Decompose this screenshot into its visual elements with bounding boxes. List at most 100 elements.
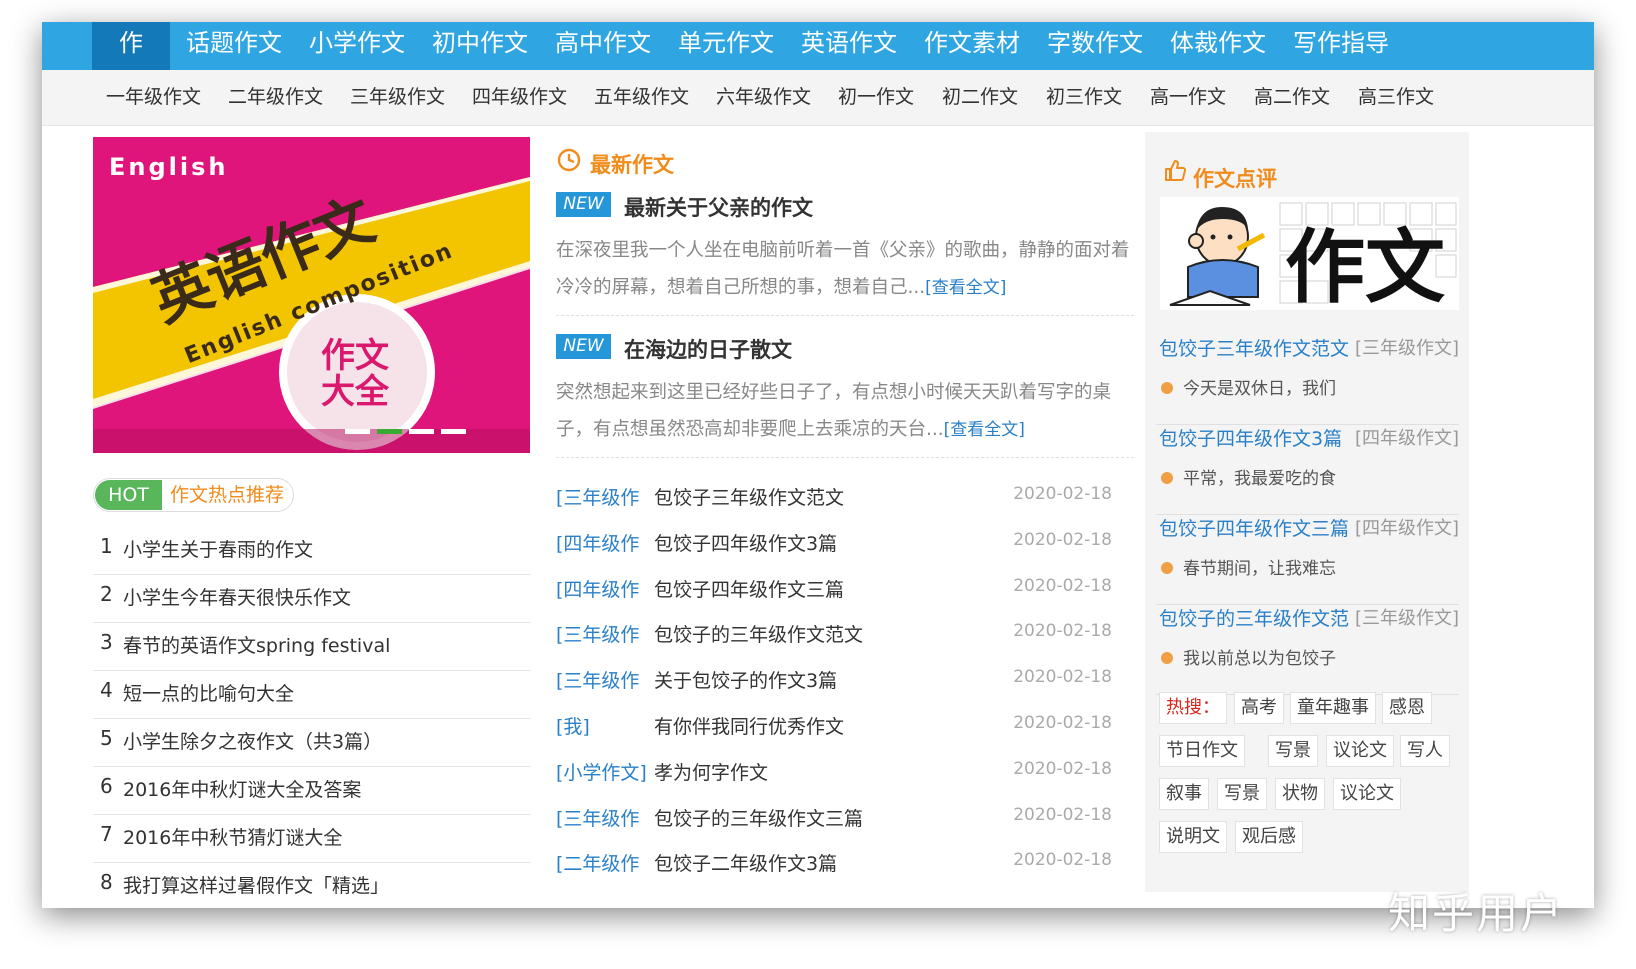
search-tag[interactable]: 叙事 xyxy=(1159,778,1209,810)
list-item-category[interactable]: [四年级作 xyxy=(556,575,639,602)
read-more-link[interactable]: [查看全文] xyxy=(944,420,1025,440)
search-tag[interactable]: 高考 xyxy=(1234,692,1284,724)
review-item[interactable]: 包饺子三年级作文范文 [三年级作文] 今天是双休日，我们 xyxy=(1156,334,1459,425)
hot-list-item[interactable]: 6 2016年中秋灯谜大全及答案 xyxy=(93,767,530,815)
list-item-category[interactable]: [我] xyxy=(556,712,590,739)
list-item-category[interactable]: [三年级作 xyxy=(556,483,639,510)
top-nav-item[interactable]: 写作指导 xyxy=(1277,22,1405,70)
list-item-category[interactable]: [三年级作 xyxy=(556,620,639,647)
grade-nav-item[interactable]: 三年级作文 xyxy=(350,70,445,125)
carousel-dot[interactable] xyxy=(345,429,370,434)
list-item[interactable]: [四年级作 包饺子四年级作文三篇 2020-02-18 xyxy=(556,575,1112,621)
list-item-category[interactable]: [四年级作 xyxy=(556,529,639,556)
list-item-title[interactable]: 有你伴我同行优秀作文 xyxy=(654,712,844,739)
grade-nav-item[interactable]: 高三作文 xyxy=(1358,70,1434,125)
review-item[interactable]: 包饺子四年级作文三篇 [四年级作文] 春节期间，让我难忘 xyxy=(1156,514,1459,605)
hot-list-item[interactable]: 3 春节的英语作文spring festival xyxy=(93,623,530,671)
hot-list-item[interactable]: 8 我打算这样过暑假作文「精选」 xyxy=(93,863,530,908)
review-item-category[interactable]: [四年级作文] xyxy=(1355,514,1459,540)
hot-list-item[interactable]: 1 小学生关于春雨的作文 xyxy=(93,527,530,575)
list-item-title[interactable]: 包饺子四年级作文三篇 xyxy=(654,575,844,602)
list-item[interactable]: [三年级作 包饺子的三年级作文三篇 2020-02-18 xyxy=(556,804,1112,850)
list-item-category[interactable]: [三年级作 xyxy=(556,804,639,831)
list-item-category[interactable]: [小学作文] xyxy=(556,758,647,785)
grade-nav-item[interactable]: 四年级作文 xyxy=(472,70,567,125)
list-item[interactable]: [二年级作 包饺子二年级作文3篇 2020-02-18 xyxy=(556,849,1112,895)
hot-item-title[interactable]: 小学生今年春天很快乐作文 xyxy=(123,583,351,610)
carousel-dot[interactable] xyxy=(441,429,466,434)
review-item-category[interactable]: [四年级作文] xyxy=(1355,424,1459,450)
list-item-title[interactable]: 包饺子的三年级作文三篇 xyxy=(654,804,863,831)
list-item-title[interactable]: 包饺子三年级作文范文 xyxy=(654,483,844,510)
review-item[interactable]: 包饺子的三年级作文范 [三年级作文] 我以前总以为包饺子 xyxy=(1156,604,1459,695)
review-item-title[interactable]: 包饺子的三年级作文范 xyxy=(1159,604,1349,631)
top-nav-item[interactable]: 字数作文 xyxy=(1031,22,1159,70)
carousel-dot[interactable] xyxy=(409,429,434,434)
review-item-category[interactable]: [三年级作文] xyxy=(1355,604,1459,630)
hot-item-title[interactable]: 我打算这样过暑假作文「精选」 xyxy=(123,871,389,898)
review-item[interactable]: 包饺子四年级作文3篇 [四年级作文] 平常，我最爱吃的食 xyxy=(1156,424,1459,515)
review-item-title[interactable]: 包饺子三年级作文范文 xyxy=(1159,334,1349,361)
top-nav-item[interactable]: 初中作文 xyxy=(416,22,544,70)
grade-nav-item[interactable]: 六年级作文 xyxy=(716,70,811,125)
review-item-title[interactable]: 包饺子四年级作文3篇 xyxy=(1159,424,1342,451)
search-tag[interactable]: 写景 xyxy=(1268,735,1318,767)
search-tag[interactable]: 感恩 xyxy=(1382,692,1432,724)
search-tag[interactable]: 议论文 xyxy=(1333,778,1401,810)
article-title[interactable]: 最新关于父亲的作文 xyxy=(624,192,813,222)
list-item-title[interactable]: 包饺子的三年级作文范文 xyxy=(654,620,863,647)
grade-nav-item[interactable]: 一年级作文 xyxy=(106,70,201,125)
search-tag[interactable]: 状物 xyxy=(1275,778,1325,810)
hot-item-title[interactable]: 2016年中秋灯谜大全及答案 xyxy=(123,775,361,802)
top-nav-item[interactable]: 英语作文 xyxy=(785,22,913,70)
list-item-category[interactable]: [三年级作 xyxy=(556,666,639,693)
hot-list-item[interactable]: 7 2016年中秋节猜灯谜大全 xyxy=(93,815,530,863)
search-tag[interactable]: 童年趣事 xyxy=(1290,692,1376,724)
grade-nav-item[interactable]: 二年级作文 xyxy=(228,70,323,125)
hot-item-title[interactable]: 短一点的比喻句大全 xyxy=(123,679,294,706)
list-item-title[interactable]: 包饺子二年级作文3篇 xyxy=(654,849,837,876)
hot-list-item[interactable]: 5 小学生除夕之夜作文（共3篇） xyxy=(93,719,530,767)
search-tag[interactable]: 写人 xyxy=(1400,735,1450,767)
banner-carousel[interactable]: 作文 大全 English 英语作文 English composition xyxy=(93,137,530,453)
list-item-title[interactable]: 关于包饺子的作文3篇 xyxy=(654,666,837,693)
list-item-category[interactable]: [二年级作 xyxy=(556,849,639,876)
hot-item-title[interactable]: 2016年中秋节猜灯谜大全 xyxy=(123,823,342,850)
search-tag[interactable]: 观后感 xyxy=(1235,821,1303,853)
list-item[interactable]: [三年级作 关于包饺子的作文3篇 2020-02-18 xyxy=(556,666,1112,712)
review-item-category[interactable]: [三年级作文] xyxy=(1355,334,1459,360)
list-item[interactable]: [三年级作 包饺子的三年级作文范文 2020-02-18 xyxy=(556,620,1112,666)
grade-nav-item[interactable]: 高二作文 xyxy=(1254,70,1330,125)
search-tag[interactable]: 节日作文 xyxy=(1159,735,1245,767)
hot-item-title[interactable]: 小学生除夕之夜作文（共3篇） xyxy=(123,727,382,754)
top-nav-item[interactable]: 话题作文 xyxy=(170,22,298,70)
top-nav-item[interactable]: 单元作文 xyxy=(662,22,790,70)
top-nav-item[interactable]: 作文素材 xyxy=(908,22,1036,70)
hot-item-title[interactable]: 小学生关于春雨的作文 xyxy=(123,535,313,562)
list-item[interactable]: [四年级作 包饺子四年级作文3篇 2020-02-18 xyxy=(556,529,1112,575)
list-item[interactable]: [小学作文] 孝为何字作文 2020-02-18 xyxy=(556,758,1112,804)
top-nav-item[interactable]: 小学作文 xyxy=(293,22,421,70)
grade-nav-item[interactable]: 高一作文 xyxy=(1150,70,1226,125)
search-tag[interactable]: 写景 xyxy=(1217,778,1267,810)
carousel-dot-active[interactable] xyxy=(377,429,402,434)
hot-list-item[interactable]: 4 短一点的比喻句大全 xyxy=(93,671,530,719)
list-item-title[interactable]: 包饺子四年级作文3篇 xyxy=(654,529,837,556)
hot-list-item[interactable]: 2 小学生今年春天很快乐作文 xyxy=(93,575,530,623)
grade-nav-item[interactable]: 初二作文 xyxy=(942,70,1018,125)
hot-item-title[interactable]: 春节的英语作文spring festival xyxy=(123,631,390,658)
top-nav-item[interactable]: 体裁作文 xyxy=(1154,22,1282,70)
top-nav-item[interactable]: 高中作文 xyxy=(539,22,667,70)
list-item[interactable]: [我] 有你伴我同行优秀作文 2020-02-18 xyxy=(556,712,1112,758)
grade-nav-item[interactable]: 五年级作文 xyxy=(594,70,689,125)
review-item-title[interactable]: 包饺子四年级作文三篇 xyxy=(1159,514,1349,541)
top-nav-item[interactable]: 作文 xyxy=(92,22,170,99)
review-image[interactable]: 作文 xyxy=(1160,197,1459,310)
list-item[interactable]: [三年级作 包饺子三年级作文范文 2020-02-18 xyxy=(556,483,1112,529)
article-title[interactable]: 在海边的日子散文 xyxy=(624,334,792,364)
search-tag[interactable]: 说明文 xyxy=(1159,821,1227,853)
list-item-title[interactable]: 孝为何字作文 xyxy=(654,758,768,785)
grade-nav-item[interactable]: 初三作文 xyxy=(1046,70,1122,125)
grade-nav-item[interactable]: 初一作文 xyxy=(838,70,914,125)
search-tag[interactable]: 议论文 xyxy=(1326,735,1394,767)
